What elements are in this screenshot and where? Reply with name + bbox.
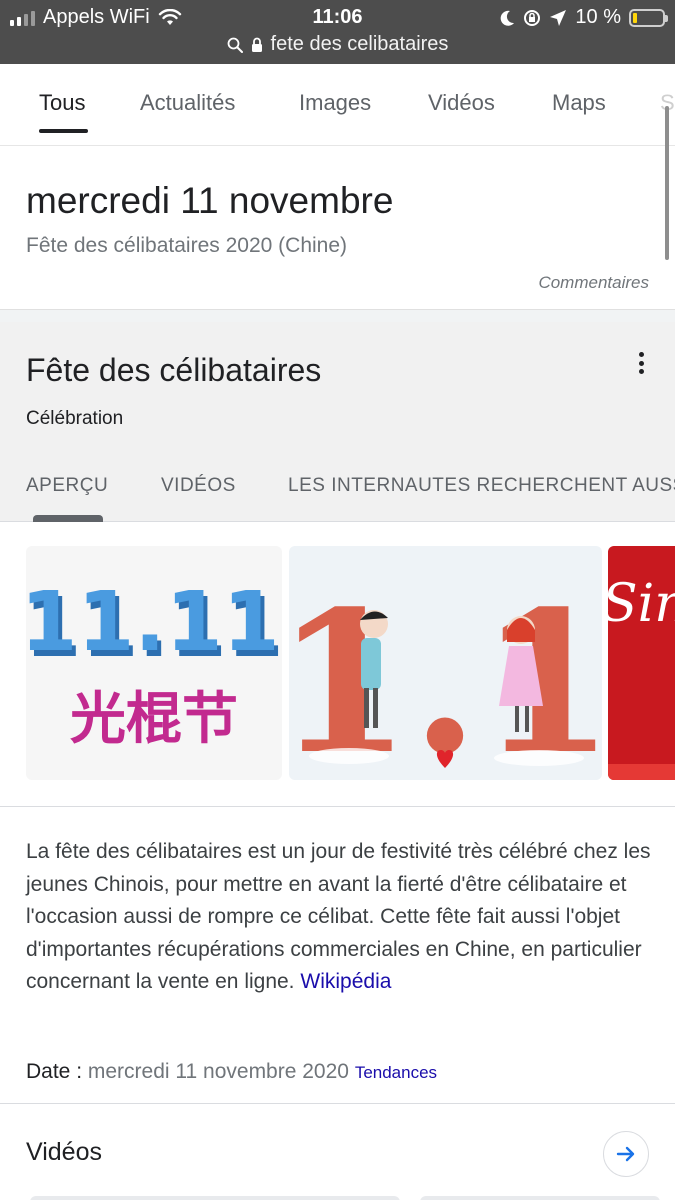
svg-text:11.11: 11.11 <box>26 575 280 670</box>
tab-maps[interactable]: Maps <box>552 90 606 116</box>
kp-tab-overview[interactable]: APERÇU <box>26 475 108 497</box>
url-text: fete des celibataires <box>270 33 449 55</box>
search-tabs: Tous Actualités Images Vidéos Maps S <box>0 64 675 146</box>
section-divider <box>0 1103 675 1104</box>
tab-images[interactable]: Images <box>299 90 371 116</box>
search-icon <box>227 37 243 53</box>
arrow-right-icon <box>616 1146 635 1162</box>
svg-text:11.11: 11.11 <box>289 568 602 780</box>
moon-icon <box>501 10 515 26</box>
trends-link[interactable]: Tendances <box>355 1063 437 1082</box>
date-fact-value: mercredi 11 novembre 2020 <box>87 1060 349 1083</box>
rotation-lock-icon <box>524 9 541 26</box>
tab-videos[interactable]: Vidéos <box>428 90 495 116</box>
battery-percent: 10 % <box>575 6 621 28</box>
knowledge-panel-description: La fête des célibataires est un jour de … <box>26 836 656 999</box>
image-thumbnail-1[interactable]: 11.11 11.11 光棍节 <box>26 546 282 780</box>
image-11-11-couple: 11.11 <box>289 568 602 780</box>
wikipedia-link[interactable]: Wikipédia <box>300 970 391 993</box>
feedback-link[interactable]: Commentaires <box>538 273 649 293</box>
svg-text:Sing: Sing <box>608 574 675 634</box>
knowledge-panel-title: Fête des célibataires <box>26 352 322 388</box>
active-tab-indicator <box>39 129 88 133</box>
kp-tab-people-also-search[interactable]: LES INTERNAUTES RECHERCHENT AUSSI <box>288 475 675 497</box>
date-answer-subtitle: Fête des célibataires 2020 (Chine) <box>26 234 348 257</box>
image-singles-day-red: Sing <box>608 574 675 780</box>
address-bar[interactable]: fete des celibataires <box>0 33 675 56</box>
status-bar: Appels WiFi 11:06 10 % fete des celibata… <box>0 0 675 64</box>
videos-section-title: Vidéos <box>26 1138 102 1166</box>
tab-all[interactable]: Tous <box>39 90 85 116</box>
location-icon <box>550 9 567 26</box>
kp-active-tab-indicator <box>33 515 103 522</box>
video-card-1-peek[interactable] <box>30 1196 400 1200</box>
date-fact-row: Date : mercredi 11 novembre 2020 Tendanc… <box>26 1060 437 1084</box>
tab-news[interactable]: Actualités <box>140 90 235 116</box>
videos-more-button[interactable] <box>603 1131 649 1177</box>
lock-icon <box>251 37 262 52</box>
image-11-11-blue: 11.11 11.11 光棍节 <box>26 575 282 752</box>
image-carousel: 11.11 11.11 光棍节 11.11 Sing <box>0 522 675 807</box>
image-thumbnail-2[interactable]: 11.11 <box>289 546 602 780</box>
date-answer-title: mercredi 11 novembre <box>26 180 394 221</box>
date-fact-label: Date : <box>26 1060 83 1083</box>
section-gap <box>0 310 675 322</box>
image-thumbnail-3[interactable]: Sing <box>608 546 675 780</box>
scrollbar[interactable] <box>665 106 669 260</box>
more-options-icon[interactable] <box>639 352 645 374</box>
kp-tab-videos[interactable]: VIDÉOS <box>161 475 236 497</box>
date-answer-card: mercredi 11 novembre Fête des célibatair… <box>0 148 675 310</box>
status-right: 10 % <box>499 6 668 29</box>
battery-icon <box>629 8 668 27</box>
video-card-2-peek[interactable] <box>420 1196 660 1200</box>
svg-text:光棍节: 光棍节 <box>70 687 238 752</box>
knowledge-panel-header: Fête des célibataires Célébration APERÇU… <box>0 322 675 522</box>
knowledge-panel-category: Célébration <box>26 408 124 429</box>
